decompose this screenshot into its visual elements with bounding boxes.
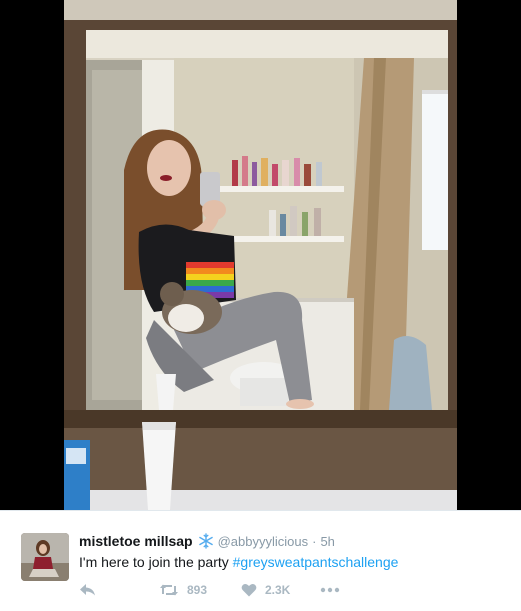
tweet-header: mistletoe millsap @abbyyylicious · 5h: [79, 532, 509, 550]
like-button[interactable]: 2.3K: [241, 583, 320, 597]
retweet-button[interactable]: 893: [159, 583, 241, 597]
tweet-text-body: I'm here to join the party: [79, 554, 233, 570]
user-handle[interactable]: @abbyyylicious: [218, 534, 309, 549]
heart-icon: [241, 583, 257, 597]
avatar[interactable]: [21, 533, 69, 581]
retweet-count: 893: [187, 583, 208, 597]
tweet-photo[interactable]: [64, 0, 457, 510]
reply-icon: [79, 583, 96, 597]
hashtag-link[interactable]: #greysweatpantschallenge: [233, 554, 399, 570]
like-count: 2.3K: [265, 583, 291, 597]
more-icon: [320, 587, 340, 593]
snowflake-icon: [198, 533, 214, 549]
display-name[interactable]: mistletoe millsap: [79, 533, 193, 549]
tweet-media[interactable]: [0, 0, 521, 510]
tweet-card: mistletoe millsap @abbyyylicious · 5h I'…: [0, 510, 521, 611]
tweet-text: I'm here to join the party #greysweatpan…: [79, 554, 509, 570]
tweet-content: mistletoe millsap @abbyyylicious · 5h I'…: [79, 532, 509, 570]
timestamp[interactable]: 5h: [320, 534, 334, 549]
more-button[interactable]: [320, 587, 340, 593]
separator: ·: [312, 533, 317, 549]
retweet-icon: [159, 583, 179, 597]
reply-button[interactable]: [79, 583, 159, 597]
tweet-actions: 893 2.3K: [79, 582, 340, 598]
